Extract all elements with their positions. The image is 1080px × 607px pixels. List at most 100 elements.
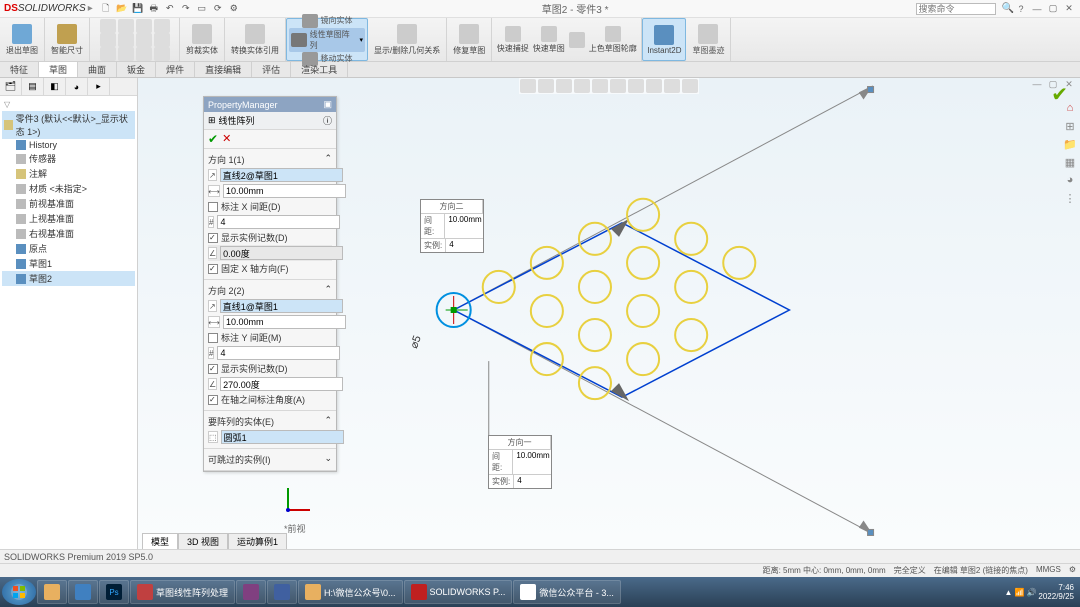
- dir2-edge-field[interactable]: [220, 299, 343, 313]
- task-ps[interactable]: Ps: [99, 580, 129, 604]
- rapid-sketch-button[interactable]: 快速草图: [533, 26, 565, 54]
- tp-view-palette-icon[interactable]: ▦: [1062, 154, 1078, 170]
- tab-surfaces[interactable]: 曲面: [78, 62, 117, 77]
- exit-sketch-button[interactable]: 退出草图: [4, 22, 40, 58]
- section-view-icon[interactable]: [574, 79, 590, 93]
- close-icon[interactable]: ✕: [1062, 3, 1076, 15]
- task-item-6[interactable]: 微信公众平台 - 3...: [513, 580, 621, 604]
- tree-front-plane[interactable]: 前视基准面: [2, 196, 135, 211]
- tab-motion[interactable]: 运动算例1: [228, 533, 287, 549]
- task-item-3[interactable]: [267, 580, 297, 604]
- dir2-count-field[interactable]: [217, 346, 340, 360]
- convert-entities-button[interactable]: 转换实体引用: [229, 22, 281, 58]
- view-orient-icon[interactable]: [592, 79, 608, 93]
- tab-3dview[interactable]: 3D 视图: [178, 533, 228, 549]
- dir1-edge-field[interactable]: [220, 168, 343, 182]
- edit-appearance-icon[interactable]: [646, 79, 662, 93]
- tray-up-icon[interactable]: ▲: [1005, 588, 1013, 597]
- tree-sketch2[interactable]: 草图2: [2, 271, 135, 286]
- task-item-5[interactable]: SOLIDWORKS P...: [404, 580, 513, 604]
- title-dropdown-icon[interactable]: ▸: [88, 3, 93, 14]
- dir2-spacing-field[interactable]: [223, 315, 346, 329]
- tab-evaluate[interactable]: 评估: [252, 62, 291, 77]
- dir1-spacing-field[interactable]: [223, 184, 346, 198]
- collapse-icon[interactable]: ⌃: [324, 284, 332, 297]
- direction2-callout[interactable]: 方向二 间距:10.00mm 实例:4: [420, 199, 484, 253]
- task-item-1[interactable]: 草图线性阵列处理: [130, 580, 235, 604]
- ft-tab-config[interactable]: ◧: [44, 78, 66, 95]
- status-extra-icon[interactable]: ⚙: [1069, 565, 1076, 576]
- tab-direct-edit[interactable]: 直接编辑: [195, 62, 252, 77]
- apply-scene-icon[interactable]: [664, 79, 680, 93]
- task-explorer[interactable]: [37, 580, 67, 604]
- pm-ok-button[interactable]: ✔: [208, 132, 218, 146]
- tray-net-icon[interactable]: 📶: [1014, 588, 1024, 597]
- spline-tool[interactable]: [154, 19, 170, 33]
- tree-root[interactable]: 零件3 (默认<<默认>_显示状态 1>): [2, 111, 135, 139]
- repair-sketch-button[interactable]: 修复草图: [451, 22, 487, 58]
- confirm-corner-button[interactable]: [569, 26, 585, 54]
- open-icon[interactable]: 📂: [115, 2, 129, 16]
- command-search-input[interactable]: [916, 3, 996, 15]
- tp-resources-icon[interactable]: ⌂: [1062, 100, 1078, 116]
- ft-tab-tree[interactable]: 🗂: [0, 78, 22, 95]
- tab-weldment[interactable]: 焊件: [156, 62, 195, 77]
- system-tray[interactable]: ▲ 📶 🔊 7:462022/9/25: [1005, 583, 1078, 601]
- dir1-count-field[interactable]: [217, 215, 340, 229]
- tray-vol-icon[interactable]: 🔊: [1026, 588, 1036, 597]
- tab-sketch[interactable]: 草图: [39, 62, 78, 77]
- tab-sheetmetal[interactable]: 钣金: [117, 62, 156, 77]
- print-icon[interactable]: 🖶: [147, 2, 161, 16]
- tree-material[interactable]: 材质 <未指定>: [2, 181, 135, 196]
- dir2-show-check[interactable]: [208, 364, 218, 374]
- tp-appearance-icon[interactable]: ◕: [1062, 172, 1078, 188]
- task-item-4[interactable]: H:\微信公众号\0...: [298, 580, 403, 604]
- tp-custom-icon[interactable]: ⋮: [1062, 190, 1078, 206]
- tp-file-explorer-icon[interactable]: 📁: [1062, 136, 1078, 152]
- dir1-fix-check[interactable]: [208, 264, 218, 274]
- tab-model[interactable]: 模型: [142, 533, 178, 549]
- point-tool[interactable]: [100, 47, 116, 61]
- plane-tool[interactable]: [154, 47, 170, 61]
- fillet-tool[interactable]: [136, 47, 152, 61]
- pm-help-icon[interactable]: ⓘ: [323, 114, 332, 127]
- tab-features[interactable]: 特征: [0, 62, 39, 77]
- view-settings-icon[interactable]: [682, 79, 698, 93]
- dir2-angbetween-check[interactable]: [208, 395, 218, 405]
- task-item-2[interactable]: [236, 580, 266, 604]
- text-tool[interactable]: [118, 47, 134, 61]
- prev-view-icon[interactable]: [556, 79, 572, 93]
- tab-render[interactable]: 渲染工具: [291, 62, 348, 77]
- tree-sketch1[interactable]: 草图1: [2, 256, 135, 271]
- undo-icon[interactable]: ↶: [163, 2, 177, 16]
- quick-snap-button[interactable]: 快速捕捉: [497, 26, 529, 54]
- display-style-icon[interactable]: [610, 79, 626, 93]
- direction1-callout[interactable]: 方向一 间距:10.00mm 实例:4: [488, 435, 552, 489]
- rect-tool[interactable]: [100, 33, 116, 47]
- circle-tool[interactable]: [118, 19, 134, 33]
- doc-min-icon[interactable]: —: [1030, 78, 1044, 90]
- entity-field[interactable]: [221, 430, 344, 444]
- tp-design-lib-icon[interactable]: ⊞: [1062, 118, 1078, 134]
- dir2-dimy-check[interactable]: [208, 333, 218, 343]
- sketch-ink-button[interactable]: 草图墨迹: [690, 22, 726, 58]
- start-button[interactable]: [2, 579, 36, 605]
- tree-sensors[interactable]: 传感器: [2, 151, 135, 166]
- options-icon[interactable]: ⚙: [227, 2, 241, 16]
- save-icon[interactable]: 💾: [131, 2, 145, 16]
- smart-dimension-button[interactable]: 智能尺寸: [49, 22, 85, 58]
- collapse-icon[interactable]: ⌃: [324, 153, 332, 166]
- trim-button[interactable]: 剪裁实体: [184, 22, 220, 58]
- expand-icon[interactable]: ⌄: [324, 453, 332, 466]
- pm-cancel-button[interactable]: ✕: [222, 132, 231, 146]
- ellipse-tool[interactable]: [154, 33, 170, 47]
- reverse-dir1-icon[interactable]: ↗: [208, 169, 217, 181]
- shaded-sketch-button[interactable]: 上色草图轮廓: [589, 26, 637, 54]
- help-icon[interactable]: ?: [1014, 3, 1028, 15]
- tree-origin[interactable]: 原点: [2, 241, 135, 256]
- tree-right-plane[interactable]: 右视基准面: [2, 226, 135, 241]
- dir1-dimx-check[interactable]: [208, 202, 218, 212]
- relations-button[interactable]: 显示/删除几何关系: [372, 22, 442, 58]
- pm-pin-icon[interactable]: ▣: [323, 99, 332, 110]
- ft-tab-display[interactable]: ◕: [66, 78, 88, 95]
